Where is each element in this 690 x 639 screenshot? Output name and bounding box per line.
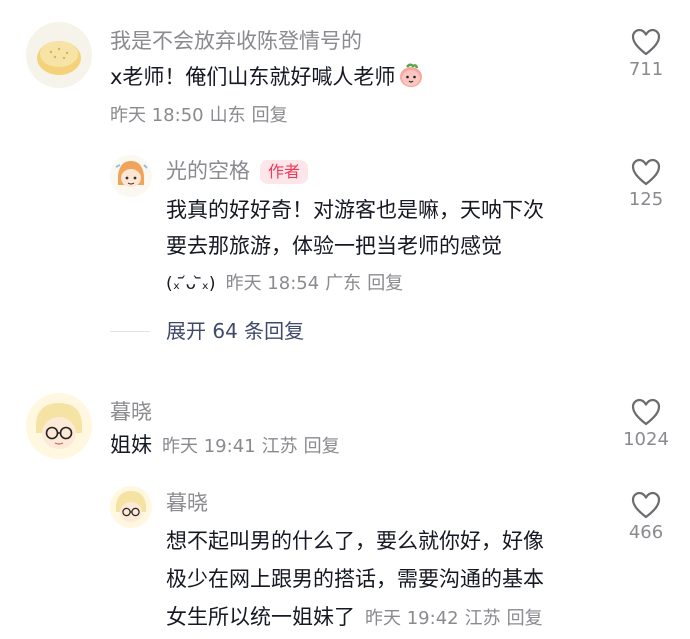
- reply-username[interactable]: 暮晓: [166, 489, 208, 517]
- like-count: 711: [628, 59, 664, 80]
- reply-location: 江苏: [464, 608, 501, 629]
- comment-body-line: 姐妹 昨天 19:41 江苏 回复: [110, 433, 346, 459]
- heart-icon: [631, 158, 661, 186]
- comment-location: 江苏: [261, 436, 298, 457]
- expand-replies-button[interactable]: 展开 64 条回复: [166, 317, 304, 345]
- comment-text-line: x老师！俺们山东就好喊人老师: [110, 65, 396, 89]
- reply-text-line: 要去那旅游，体验一把当老师的感觉: [166, 234, 502, 258]
- comment-location: 山东: [209, 105, 246, 126]
- reply-button[interactable]: 回复: [304, 436, 340, 457]
- like-count: 466: [628, 522, 664, 543]
- expand-divider: [110, 331, 150, 332]
- like-button[interactable]: 711: [610, 28, 682, 82]
- comment-username[interactable]: 暮晓: [110, 398, 152, 426]
- comment-text: x老师！俺们山东就好喊人老师: [110, 60, 425, 94]
- reply-text-line: 我真的好好奇！对游客也是嘛，天呐下次: [166, 198, 544, 222]
- avatar[interactable]: [26, 22, 92, 88]
- reply-username-text[interactable]: 光的空格: [166, 159, 250, 183]
- heart-icon: [631, 398, 661, 426]
- like-count: 125: [628, 189, 664, 210]
- reply-location: 广东: [325, 273, 362, 294]
- avatar[interactable]: [110, 486, 152, 528]
- author-badge: 作者: [260, 160, 309, 184]
- reply-button[interactable]: 回复: [507, 608, 543, 629]
- like-button[interactable]: 466: [610, 491, 682, 545]
- reply-button[interactable]: 回复: [252, 105, 288, 126]
- reply-button[interactable]: 回复: [367, 273, 403, 294]
- like-button[interactable]: 1024: [610, 398, 682, 452]
- heart-icon: [631, 28, 661, 56]
- comment-time: 昨天 18:50: [110, 105, 204, 126]
- like-button[interactable]: 125: [610, 158, 682, 212]
- reply-time: 昨天 19:42: [365, 608, 459, 629]
- comment-time: 昨天 19:41: [162, 436, 256, 457]
- like-count: 1024: [623, 429, 669, 450]
- heart-icon: [631, 491, 661, 519]
- kaomoji: (ₓ ᷄ᴗ ᷅ₓ): [166, 274, 216, 294]
- reply-text-line: 极少在网上跟男的搭话，需要沟通的基本: [166, 567, 544, 591]
- reply-meta: (ₓ ᷄ᴗ ᷅ₓ) 昨天 18:54 广东 回复: [166, 272, 409, 296]
- reply-username: 光的空格 作者: [166, 157, 309, 185]
- avatar[interactable]: [110, 155, 152, 197]
- reply-text-line: 女生所以统一姐妹了: [166, 605, 355, 629]
- peach-emoji-icon: [397, 61, 425, 89]
- avatar[interactable]: [26, 393, 92, 459]
- reply-time: 昨天 18:54: [225, 273, 320, 294]
- comment-text: 姐妹: [110, 433, 152, 457]
- comment-meta: 昨天 18:50 山东 回复: [110, 104, 294, 128]
- reply-last-line: 女生所以统一姐妹了 昨天 19:42 江苏 回复: [166, 600, 543, 634]
- reply-text-line: 想不起叫男的什么了，要么就你好，好像: [166, 529, 544, 553]
- comment-username[interactable]: 我是不会放弃收陈登情号的: [110, 27, 362, 55]
